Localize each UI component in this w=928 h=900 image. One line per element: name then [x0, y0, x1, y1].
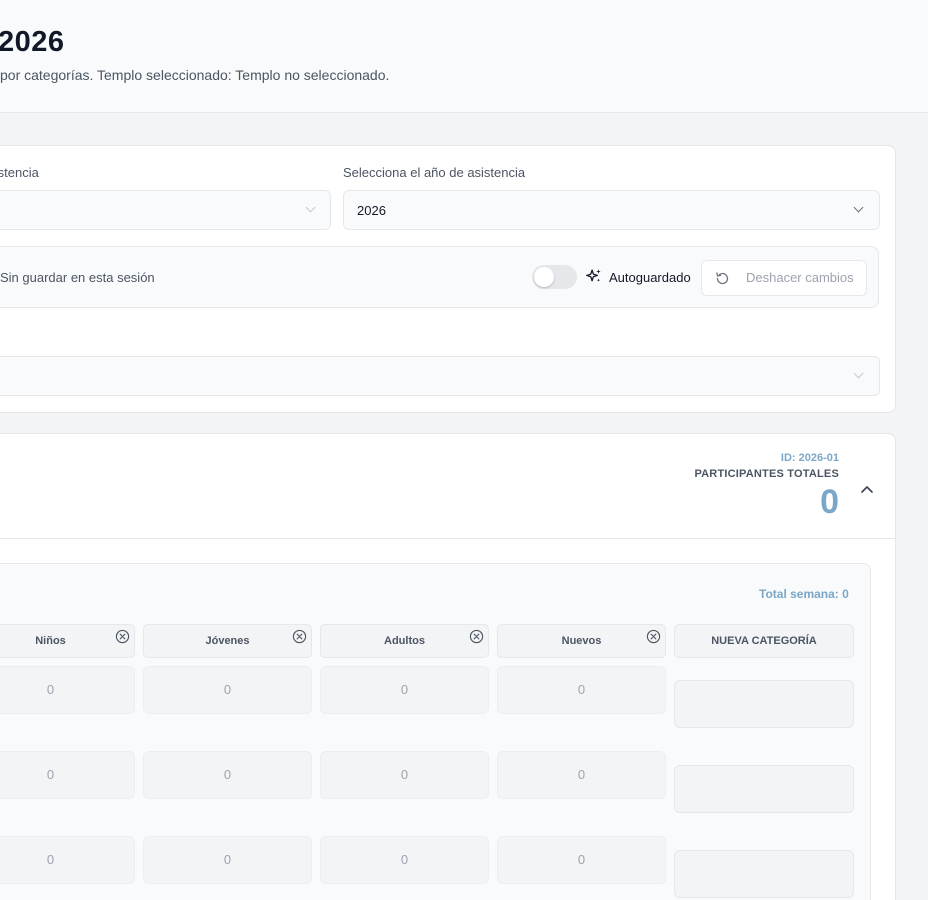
new-category-cell[interactable] [674, 765, 854, 813]
category-header-ninos: Niños [0, 624, 135, 658]
page-header: 2026 por categorías. Templo seleccionado… [0, 0, 928, 113]
participants-total-value: 0 [820, 483, 839, 521]
participants-total-label: PARTICIPANTES TOTALES [694, 468, 839, 480]
remove-category-icon[interactable] [115, 629, 130, 644]
secondary-select[interactable] [0, 356, 880, 396]
attendance-cell[interactable]: 0 [0, 751, 135, 799]
remove-category-icon[interactable] [292, 629, 307, 644]
attendance-cell[interactable]: 0 [0, 836, 135, 884]
week-select-label: asistencia [0, 165, 39, 180]
attendance-cell[interactable]: 0 [143, 836, 312, 884]
category-name: Nuevos [561, 635, 602, 647]
year-select[interactable]: 2026 [343, 190, 880, 230]
chevron-down-icon [853, 368, 864, 379]
divider [0, 538, 895, 539]
remove-category-icon[interactable] [646, 629, 661, 644]
week-select[interactable] [0, 190, 331, 230]
attendance-cell[interactable]: 0 [143, 751, 312, 799]
toggle-knob [534, 267, 554, 287]
category-name: Niños [35, 635, 66, 647]
new-category-cell[interactable] [674, 680, 854, 728]
new-category-label: NUEVA CATEGORÍA [711, 635, 817, 647]
chevron-up-icon[interactable] [857, 479, 877, 499]
year-select-label: Selecciona el año de asistencia [343, 165, 526, 180]
undo-icon [716, 272, 729, 285]
category-name: Adultos [384, 635, 425, 647]
chevron-down-icon [853, 202, 864, 213]
page-title: 2026 [0, 26, 65, 58]
category-header-jovenes: Jóvenes [143, 624, 312, 658]
category-name: Jóvenes [205, 635, 250, 647]
chevron-down-icon [305, 202, 316, 213]
autosave-toggle[interactable] [532, 265, 577, 289]
new-category-cell[interactable] [674, 850, 854, 898]
attendance-cell[interactable]: 0 [320, 836, 489, 884]
attendance-cell[interactable]: 0 [320, 751, 489, 799]
attendance-cell[interactable]: 0 [320, 666, 489, 714]
attendance-cell[interactable]: 0 [0, 666, 135, 714]
session-status: Sin guardar en esta sesión [0, 270, 155, 285]
new-category-button[interactable]: NUEVA CATEGORÍA [674, 624, 854, 658]
undo-label: Deshacer cambios [746, 270, 854, 285]
attendance-cell[interactable]: 0 [497, 666, 666, 714]
attendance-cell[interactable]: 0 [497, 836, 666, 884]
session-bar: Sin guardar en esta sesión Autoguardado … [0, 246, 879, 308]
category-header-nuevos: Nuevos [497, 624, 666, 658]
attendance-cell[interactable]: 0 [497, 751, 666, 799]
attendance-cell[interactable]: 0 [143, 666, 312, 714]
week-id: ID: 2026-01 [780, 452, 839, 464]
undo-changes-button[interactable]: Deshacer cambios [701, 260, 867, 296]
remove-category-icon[interactable] [469, 629, 484, 644]
category-header-adultos: Adultos [320, 624, 489, 658]
page-subtitle: por categorías. Templo seleccionado: Tem… [0, 67, 390, 83]
total-semana: Total semana: 0 [759, 587, 849, 601]
sparkle-icon [586, 269, 601, 282]
autosave-label: Autoguardado [609, 270, 691, 285]
year-select-value: 2026 [357, 203, 386, 218]
